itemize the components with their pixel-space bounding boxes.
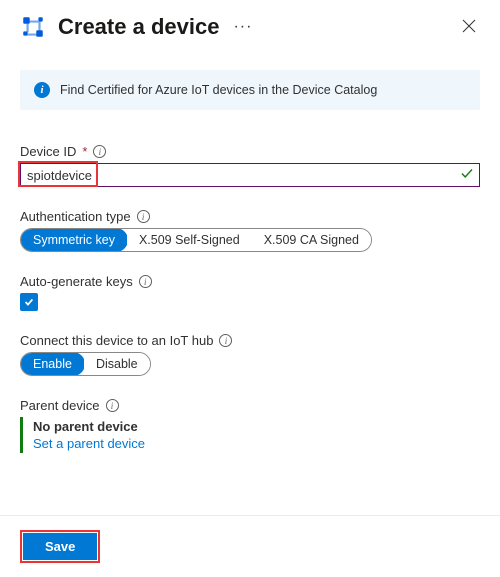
auth-option-ca-signed[interactable]: X.509 CA Signed [252,229,371,251]
panel-title: Create a device [58,14,219,40]
connect-hub-label: Connect this device to an IoT hub i [20,333,480,348]
more-icon[interactable]: ··· [233,18,252,36]
connect-option-enable[interactable]: Enable [20,352,85,376]
save-highlight: Save [20,530,100,563]
auth-type-field: Authentication type i Symmetric key X.50… [20,209,480,252]
required-marker: * [82,144,87,159]
parent-none-text: No parent device [33,419,470,434]
auth-option-self-signed[interactable]: X.509 Self-Signed [127,229,252,251]
auth-type-options: Symmetric key X.509 Self-Signed X.509 CA… [20,228,372,252]
parent-device-block: No parent device Set a parent device [20,417,480,453]
save-button[interactable]: Save [23,533,97,560]
auto-generate-checkbox[interactable] [20,293,38,311]
auto-generate-field: Auto-generate keys i [20,274,480,311]
connect-option-disable[interactable]: Disable [84,353,150,375]
device-icon [20,14,46,40]
panel-content: i Find Certified for Azure IoT devices i… [0,58,500,515]
device-id-input[interactable] [20,163,480,187]
connect-hub-options: Enable Disable [20,352,151,376]
info-text: Find Certified for Azure IoT devices in … [60,83,377,97]
auth-type-label: Authentication type i [20,209,480,224]
hint-icon[interactable]: i [219,334,232,347]
parent-device-field: Parent device i No parent device Set a p… [20,398,480,453]
info-icon: i [34,82,50,98]
close-icon[interactable] [458,15,480,40]
parent-device-label: Parent device i [20,398,480,413]
auto-generate-label: Auto-generate keys i [20,274,480,289]
create-device-panel: Create a device ··· i Find Certified for… [0,0,500,577]
hint-icon[interactable]: i [93,145,106,158]
connect-hub-field: Connect this device to an IoT hub i Enab… [20,333,480,376]
device-id-field: Device ID * i [20,144,480,187]
hint-icon[interactable]: i [106,399,119,412]
hint-icon[interactable]: i [139,275,152,288]
hint-icon[interactable]: i [137,210,150,223]
panel-footer: Save [0,515,500,577]
device-id-label: Device ID * i [20,144,480,159]
info-bar: i Find Certified for Azure IoT devices i… [20,70,480,110]
panel-header: Create a device ··· [0,0,500,58]
set-parent-link[interactable]: Set a parent device [33,436,145,451]
auth-option-symmetric[interactable]: Symmetric key [20,228,128,252]
valid-check-icon [460,167,474,184]
